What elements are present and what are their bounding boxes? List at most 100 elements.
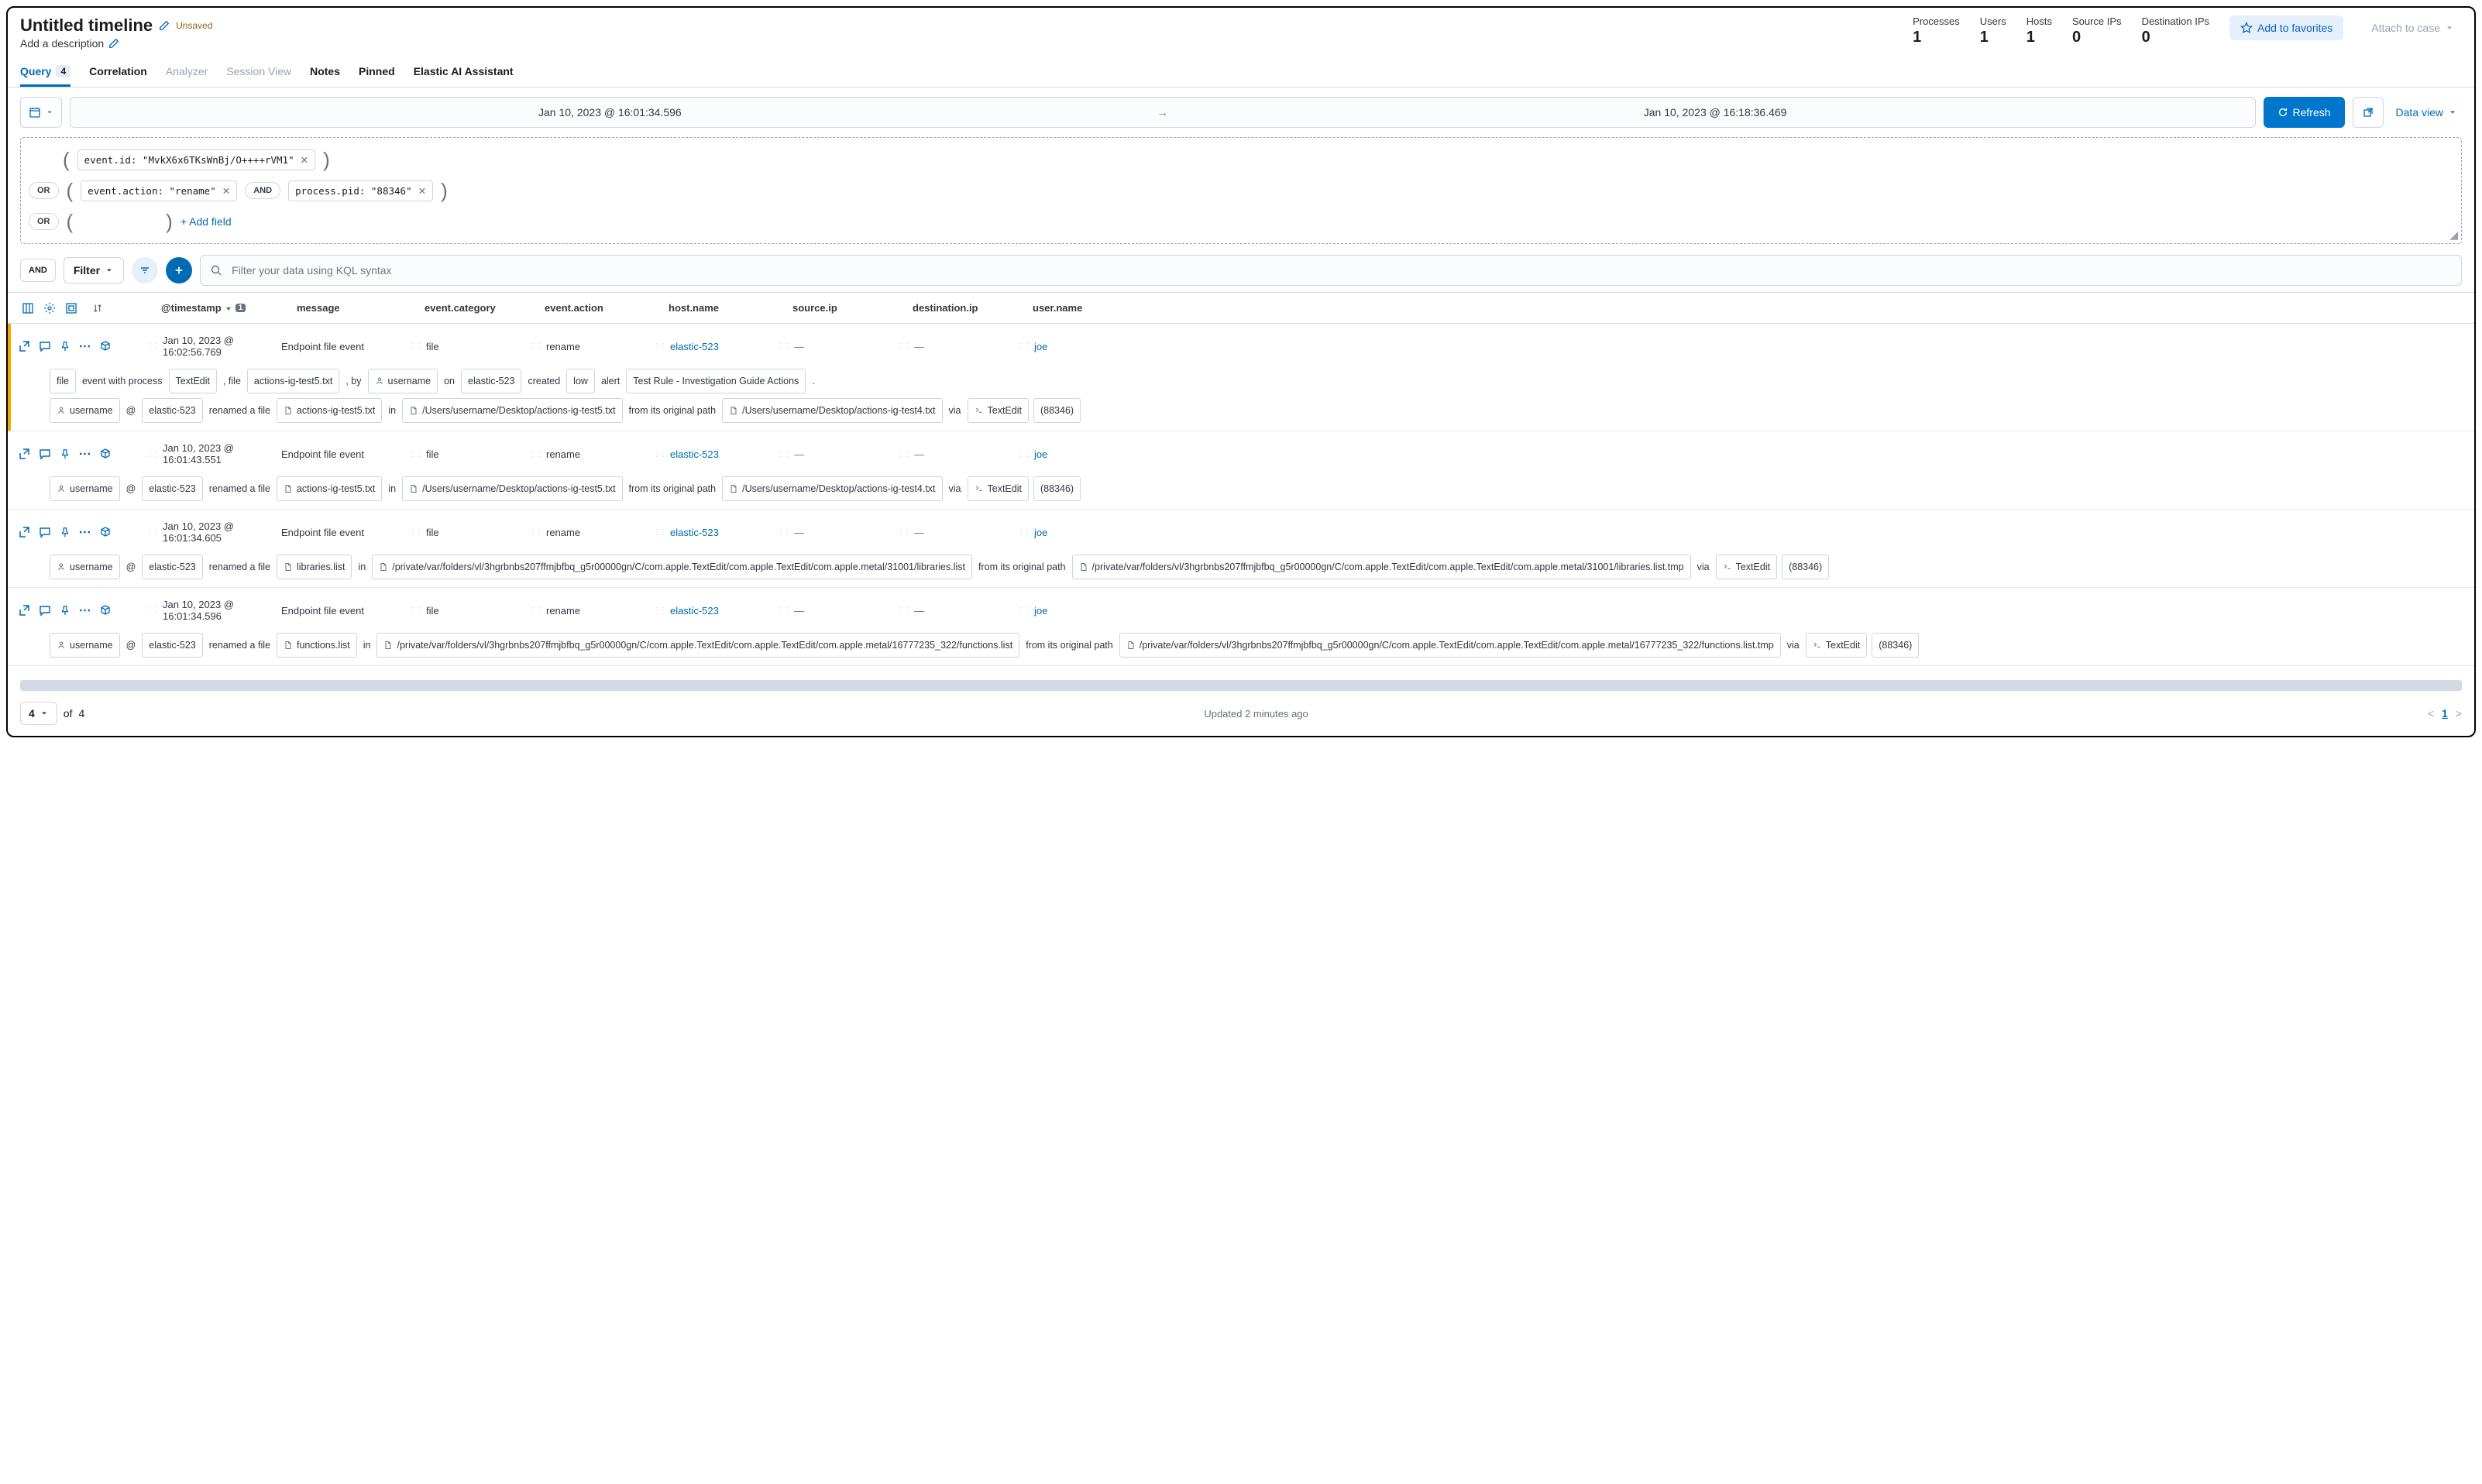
settings-icon[interactable] [42,301,57,316]
col-timestamp[interactable]: @timestamp 1 [156,296,292,320]
page-size-selector[interactable]: 4 of 4 [20,702,84,725]
tag-severity[interactable]: low [566,369,595,393]
tag-file[interactable]: functions.list [277,633,357,658]
col-event-action[interactable]: event.action [540,296,664,320]
tag-user[interactable]: username [50,398,120,423]
calendar-picker-button[interactable] [20,97,62,128]
and-operator[interactable]: AND [245,182,280,199]
cube-icon[interactable] [99,604,112,617]
tag-process[interactable]: TextEdit [1716,555,1777,579]
tag-orig-path[interactable]: /Users/username/Desktop/actions-ig-test4… [722,398,942,423]
edit-description-icon[interactable] [108,38,119,49]
tag-pid[interactable]: (88346) [1872,633,1919,658]
cell-user-name[interactable]: joe [1034,448,1047,460]
refresh-button[interactable]: Refresh [2264,97,2345,128]
pager-next[interactable]: > [2456,707,2462,720]
col-event-category[interactable]: event.category [420,296,540,320]
tab-query[interactable]: Query 4 [20,57,70,87]
edit-title-icon[interactable] [159,20,170,31]
tab-ai-assistant[interactable]: Elastic AI Assistant [414,57,514,87]
tag-orig-path[interactable]: /Users/username/Desktop/actions-ig-test4… [722,476,942,501]
tag-path[interactable]: /Users/username/Desktop/actions-ig-test5… [402,476,622,501]
tag-host[interactable]: elastic-523 [142,398,202,423]
col-source-ip[interactable]: source.ip [788,296,908,320]
expand-icon[interactable] [19,526,31,538]
more-icon[interactable]: ⋯ [79,526,91,538]
pin-icon[interactable] [59,604,71,617]
comment-icon[interactable] [39,526,51,538]
or-operator[interactable]: OR [29,213,59,230]
tag-orig-path[interactable]: /private/var/folders/vl/3hgrbnbs207ffmjb… [1072,555,1691,579]
expand-icon[interactable] [19,448,31,460]
expand-icon[interactable] [19,604,31,617]
tag-user[interactable]: username [50,476,120,501]
tag-user[interactable]: username [50,633,120,658]
cube-icon[interactable] [99,526,112,538]
tag-path[interactable]: /private/var/folders/vl/3hgrbnbs207ffmjb… [376,633,1019,658]
tab-notes[interactable]: Notes [310,57,340,87]
tag-host[interactable]: elastic-523 [142,633,202,658]
tag-file[interactable]: actions-ig-test5.txt [277,476,382,501]
add-field-button[interactable]: + Add field [180,215,232,228]
filter-chip[interactable]: event.id: "MvkX6x6TKsWnBj/O++++rVM1" ✕ [77,149,315,170]
col-message[interactable]: message [292,296,420,320]
tab-correlation[interactable]: Correlation [89,57,147,87]
cell-host-name[interactable]: elastic-523 [670,341,719,352]
filter-button[interactable]: Filter [64,257,124,283]
tag-orig-path[interactable]: /private/var/folders/vl/3hgrbnbs207ffmjb… [1119,633,1781,658]
tag-pid[interactable]: (88346) [1782,555,1829,579]
cell-user-name[interactable]: joe [1034,605,1047,617]
time-to[interactable]: Jan 10, 2023 @ 16:18:36.469 [1176,106,2255,119]
kql-input[interactable] [230,263,2452,277]
horizontal-scrollbar[interactable] [20,680,2462,691]
add-filter-button[interactable] [166,257,192,283]
more-icon[interactable]: ⋯ [79,448,91,460]
add-to-favorites-button[interactable]: Add to favorites [2229,15,2343,40]
pager-prev[interactable]: < [2428,707,2434,720]
comment-icon[interactable] [39,340,51,352]
tag-user[interactable]: username [50,555,120,579]
cell-user-name[interactable]: joe [1034,341,1047,352]
attach-to-case-button[interactable]: Attach to case [2363,15,2462,40]
tag-pid[interactable]: (88346) [1033,398,1081,423]
expand-icon[interactable] [19,340,31,352]
columns-icon[interactable] [20,301,36,316]
col-host-name[interactable]: host.name [664,296,788,320]
comment-icon[interactable] [39,604,51,617]
col-destination-ip[interactable]: destination.ip [908,296,1028,320]
tag-rule[interactable]: Test Rule - Investigation Guide Actions [626,369,806,393]
tag-path[interactable]: /Users/username/Desktop/actions-ig-test5… [402,398,622,423]
tag-file[interactable]: actions-ig-test5.txt [277,398,382,423]
timeline-description[interactable]: Add a description [20,37,104,50]
more-icon[interactable]: ⋯ [79,604,91,617]
cube-icon[interactable] [99,340,112,352]
pin-icon[interactable] [59,340,71,352]
query-builder[interactable]: ( event.id: "MvkX6x6TKsWnBj/O++++rVM1" ✕… [20,137,2462,244]
tag-process[interactable]: TextEdit [968,398,1029,423]
remove-filter-icon[interactable]: ✕ [418,185,426,197]
tag-process[interactable]: TextEdit [1806,633,1867,658]
filter-chip[interactable]: process.pid: "88346" ✕ [288,180,433,201]
pin-icon[interactable] [59,448,71,460]
cell-user-name[interactable]: joe [1034,527,1047,538]
pin-icon[interactable] [59,526,71,538]
cell-host-name[interactable]: elastic-523 [670,605,719,617]
cell-host-name[interactable]: elastic-523 [670,527,719,538]
remove-filter-icon[interactable]: ✕ [301,154,308,166]
cell-host-name[interactable]: elastic-523 [670,448,719,460]
or-operator[interactable]: OR [29,182,59,199]
tag-file[interactable]: file [50,369,76,393]
filter-chip[interactable]: event.action: "rename" ✕ [81,180,237,201]
pager-page[interactable]: 1 [2442,707,2448,720]
tag-process[interactable]: TextEdit [169,369,217,393]
tab-pinned[interactable]: Pinned [359,57,395,87]
dataview-selector[interactable]: Data view [2391,97,2462,128]
tag-file[interactable]: libraries.list [277,555,352,579]
tag-path[interactable]: /private/var/folders/vl/3hgrbnbs207ffmjb… [372,555,972,579]
open-in-new-button[interactable] [2353,97,2384,128]
resize-handle-icon[interactable]: ◢ [2449,228,2458,242]
remove-filter-icon[interactable]: ✕ [222,185,230,197]
tag-filename[interactable]: actions-ig-test5.txt [247,369,339,393]
tag-pid[interactable]: (88346) [1033,476,1081,501]
fullscreen-icon[interactable] [64,301,79,316]
